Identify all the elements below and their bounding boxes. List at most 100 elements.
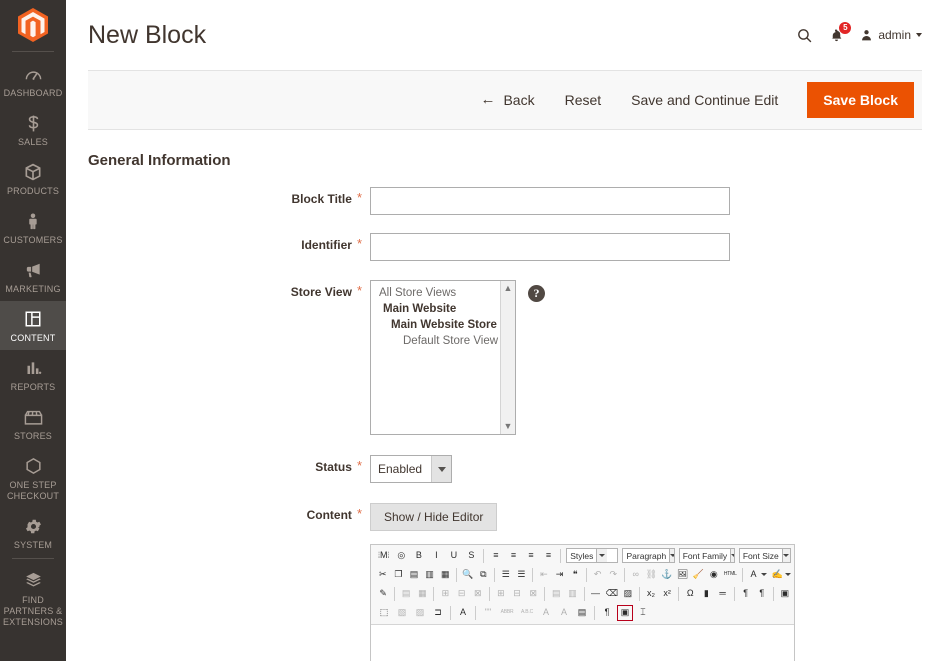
insert-new-layer-icon[interactable]: ⊐: [430, 605, 446, 621]
rtl-direction-icon[interactable]: ¶: [755, 586, 769, 602]
attributes-icon[interactable]: ▤: [574, 605, 590, 621]
chevron-down-icon: [916, 33, 922, 37]
blockquote-icon[interactable]: ❝: [568, 567, 582, 583]
status-select[interactable]: Enabled: [370, 455, 452, 483]
text-color-caret-icon[interactable]: [761, 573, 767, 576]
paste-as-text-icon[interactable]: ▥: [423, 567, 437, 583]
show-hide-editor-button[interactable]: Show / Hide Editor: [370, 503, 497, 531]
style-props-icon[interactable]: A: [455, 605, 471, 621]
notifications-button[interactable]: 5: [829, 27, 844, 44]
ltr-direction-icon[interactable]: ¶: [739, 586, 753, 602]
show-invisible-chars-icon[interactable]: ¶: [599, 605, 615, 621]
sidebar-item-customers[interactable]: CUSTOMERS: [0, 203, 66, 252]
anchor-icon[interactable]: ⚓: [660, 567, 674, 583]
special-character-icon[interactable]: Ω: [683, 586, 697, 602]
identifier-input[interactable]: [370, 233, 730, 261]
insert-image-icon[interactable]: 🖼: [676, 567, 690, 583]
back-button[interactable]: ← Back: [465, 85, 549, 115]
insert-emoticon-icon[interactable]: ▮: [699, 586, 713, 602]
scroll-up-arrow[interactable]: ▲: [504, 284, 513, 293]
find-replace-icon[interactable]: ⧉: [477, 567, 491, 583]
insert-layer-icon[interactable]: ▣: [778, 586, 792, 602]
toolbar-separator: [433, 587, 434, 601]
block-title-input[interactable]: [370, 187, 730, 215]
insert-row-after-icon: ⊟: [455, 586, 469, 602]
font-family-dropdown-arrow[interactable]: [730, 549, 735, 562]
align-justify-icon[interactable]: ≡: [541, 548, 557, 564]
subscript-icon[interactable]: x₂: [644, 586, 658, 602]
user-menu[interactable]: admin: [860, 28, 922, 43]
toggle-absolute-position-icon[interactable]: ⬚: [376, 605, 392, 621]
align-left-icon[interactable]: ≡: [488, 548, 504, 564]
insert-variable-icon[interactable]: ⦙M⦙: [376, 548, 392, 564]
edit-html-icon[interactable]: HTML: [723, 567, 738, 583]
insert-page-break-icon[interactable]: ═: [716, 586, 730, 602]
numbered-list-icon[interactable]: ☰: [515, 567, 529, 583]
align-center-icon[interactable]: ≡: [506, 548, 522, 564]
copy-icon[interactable]: ❐: [392, 567, 406, 583]
insert-nonbreaking-space-icon[interactable]: ⌶: [635, 605, 651, 621]
styles-dropdown[interactable]: Styles: [566, 548, 618, 563]
background-color-caret-icon[interactable]: [785, 573, 791, 576]
hexagon-icon: [2, 455, 64, 477]
font-size-dropdown-arrow[interactable]: [782, 549, 790, 562]
align-right-icon[interactable]: ≡: [523, 548, 539, 564]
sidebar-item-sales[interactable]: SALES: [0, 105, 66, 154]
sidebar-item-marketing[interactable]: MARKETING: [0, 252, 66, 301]
sidebar-item-system[interactable]: SYSTEM: [0, 508, 66, 557]
search-button[interactable]: [796, 27, 813, 44]
insert-widget-icon[interactable]: ◎: [394, 548, 410, 564]
paragraph-dropdown[interactable]: Paragraph: [622, 548, 674, 563]
superscript-icon[interactable]: x²: [660, 586, 674, 602]
visual-aid-icon[interactable]: ▨: [621, 586, 635, 602]
cut-icon[interactable]: ✂: [376, 567, 390, 583]
save-and-continue-edit-button[interactable]: Save and Continue Edit: [616, 85, 793, 115]
paste-from-word-icon[interactable]: ▦: [439, 567, 453, 583]
sidebar-item-products[interactable]: PRODUCTS: [0, 154, 66, 203]
store-view-option[interactable]: Main Website: [371, 301, 515, 317]
editor-toolbar-row-4: ⬚▧▨⊐A""ABBRA.B.CAA▤¶▣⌶: [372, 603, 793, 622]
find-icon[interactable]: 🔍: [461, 567, 475, 583]
field-control: Enabled: [370, 455, 452, 483]
sidebar-item-content[interactable]: CONTENT: [0, 301, 66, 350]
paste-icon[interactable]: ▤: [407, 567, 421, 583]
sidebar-item-stores[interactable]: STORES: [0, 399, 66, 448]
indent-icon[interactable]: ⇥: [553, 567, 567, 583]
italic-icon[interactable]: I: [429, 548, 445, 564]
bullet-list-icon[interactable]: ☰: [499, 567, 513, 583]
field-control: [370, 187, 730, 215]
remove-format-icon[interactable]: ⌫: [605, 586, 619, 602]
store-view-option[interactable]: All Store Views: [371, 285, 515, 301]
sidebar-item-find-partners[interactable]: FIND PARTNERS & EXTENSIONS: [0, 563, 66, 634]
sidebar-item-dashboard[interactable]: DASHBOARD: [0, 56, 66, 105]
underline-icon[interactable]: U: [446, 548, 462, 564]
store-view-scrollbar[interactable]: ▲ ▼: [500, 281, 515, 434]
sidebar-item-reports[interactable]: REPORTS: [0, 350, 66, 399]
text-color-icon[interactable]: A: [747, 567, 761, 583]
strikethrough-icon[interactable]: S: [464, 548, 480, 564]
edit-css-icon[interactable]: ✎: [376, 586, 390, 602]
insert-media-icon[interactable]: ◉: [707, 567, 721, 583]
help-question-icon[interactable]: ?: [528, 285, 545, 302]
magento-logo[interactable]: [0, 0, 66, 50]
font-family-dropdown[interactable]: Font Family: [679, 548, 735, 563]
reset-button[interactable]: Reset: [550, 85, 617, 115]
status-select-toggle[interactable]: [431, 456, 451, 482]
store-view-option[interactable]: Main Website Store: [371, 317, 515, 333]
store-view-multiselect[interactable]: All Store Views Main Website Main Websit…: [370, 280, 516, 435]
clean-up-icon[interactable]: 🧹: [691, 567, 705, 583]
save-block-button[interactable]: Save Block: [807, 82, 914, 118]
user-avatar-icon: [860, 28, 873, 43]
toggle-nonbreaking-icon[interactable]: ▣: [617, 605, 633, 621]
styles-dropdown-arrow[interactable]: [596, 549, 607, 562]
paragraph-dropdown-arrow[interactable]: [669, 549, 675, 562]
horizontal-rule-icon[interactable]: —: [588, 586, 602, 602]
store-view-option[interactable]: Default Store View: [371, 333, 515, 349]
bold-icon[interactable]: B: [411, 548, 427, 564]
background-color-icon[interactable]: ✍: [770, 567, 784, 583]
scroll-down-arrow[interactable]: ▼: [504, 422, 513, 431]
editor-content-area[interactable]: [371, 625, 794, 661]
font-size-dropdown[interactable]: Font Size: [739, 548, 791, 563]
arrow-left-icon: ←: [480, 93, 495, 107]
sidebar-item-one-step-checkout[interactable]: ONE STEP CHECKOUT: [0, 448, 66, 508]
